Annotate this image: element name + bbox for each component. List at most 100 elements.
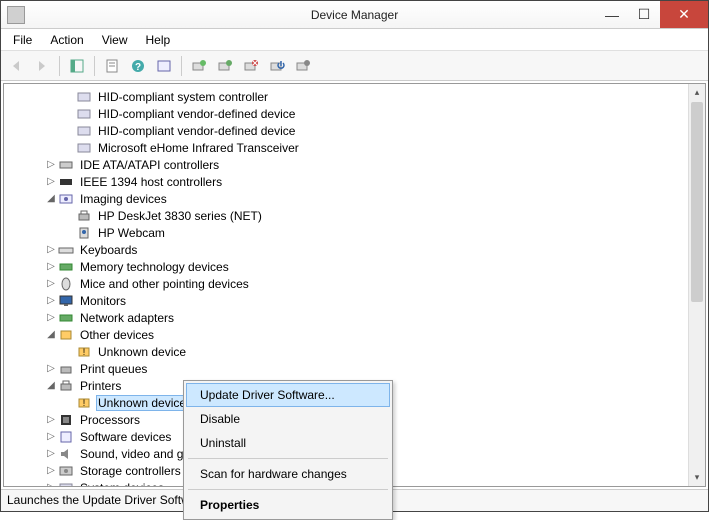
other-icon: [58, 327, 74, 343]
context-menu-item[interactable]: Scan for hardware changes: [186, 462, 390, 486]
system-icon: [58, 480, 74, 487]
tree-item[interactable]: ▷Network adapters: [8, 309, 688, 326]
scrollbar-thumb[interactable]: [691, 102, 703, 302]
context-menu-item[interactable]: Disable: [186, 407, 390, 431]
svg-text:!: !: [83, 398, 86, 408]
action-icon[interactable]: [153, 55, 175, 77]
help-icon[interactable]: ?: [127, 55, 149, 77]
tree-item[interactable]: ▷ Print queues: [8, 360, 688, 377]
keyboard-icon: [58, 242, 74, 258]
scroll-up-arrow[interactable]: ▴: [689, 84, 705, 101]
scroll-down-arrow[interactable]: ▾: [689, 469, 705, 486]
scan-hardware-icon[interactable]: [188, 55, 210, 77]
maximize-button[interactable]: ☐: [628, 1, 660, 28]
tree-item[interactable]: ▷Memory technology devices: [8, 258, 688, 275]
cpu-icon: [58, 412, 74, 428]
menu-view[interactable]: View: [94, 31, 136, 49]
properties-icon[interactable]: [101, 55, 123, 77]
tree-item[interactable]: HP DeskJet 3830 series (NET): [8, 207, 688, 224]
tree-item-label: Keyboards: [78, 242, 139, 258]
printer-icon: [58, 378, 74, 394]
tree-item-label: Unknown device: [96, 395, 188, 411]
tree-item[interactable]: HP Webcam: [8, 224, 688, 241]
printer-icon: [76, 208, 92, 224]
menu-file[interactable]: File: [5, 31, 40, 49]
tree-item[interactable]: ▷ Keyboards: [8, 241, 688, 258]
toolbar-separator: [181, 56, 182, 76]
forward-button[interactable]: [31, 55, 53, 77]
tree-item[interactable]: ◢ Imaging devices: [8, 190, 688, 207]
show-hide-console-tree-icon[interactable]: [66, 55, 88, 77]
expander-icon[interactable]: ▷: [44, 414, 58, 425]
tree-item[interactable]: Microsoft eHome Infrared Transceiver: [8, 139, 688, 156]
tree-item[interactable]: ▷ Monitors: [8, 292, 688, 309]
ieee-icon: [58, 174, 74, 190]
expander-icon[interactable]: ◢: [44, 193, 58, 204]
menu-help[interactable]: Help: [138, 31, 179, 49]
tree-item[interactable]: ▷IEEE 1394 host controllers: [8, 173, 688, 190]
tree-item[interactable]: HID-compliant vendor-defined device: [8, 122, 688, 139]
expander-icon[interactable]: ▷: [44, 261, 58, 272]
expander-icon[interactable]: ▷: [44, 448, 58, 459]
svg-text:?: ?: [135, 62, 141, 73]
ide-icon: [58, 157, 74, 173]
context-menu: Update Driver Software...DisableUninstal…: [183, 380, 393, 520]
tree-item[interactable]: ! Unknown device: [8, 343, 688, 360]
expander-icon[interactable]: ▷: [44, 176, 58, 187]
tree-item[interactable]: ▷ IDE ATA/ATAPI controllers: [8, 156, 688, 173]
expander-icon[interactable]: ▷: [44, 431, 58, 442]
context-menu-item[interactable]: Uninstall: [186, 431, 390, 455]
toolbar-separator: [59, 56, 60, 76]
minimize-button[interactable]: —: [596, 1, 628, 28]
tree-item[interactable]: ▷Mice and other pointing devices: [8, 275, 688, 292]
storage-icon: [58, 463, 74, 479]
menu-action[interactable]: Action: [42, 31, 91, 49]
tree-item[interactable]: ◢Other devices: [8, 326, 688, 343]
back-button[interactable]: [5, 55, 27, 77]
disable-icon[interactable]: [266, 55, 288, 77]
tree-item-label: HP DeskJet 3830 series (NET): [96, 208, 264, 224]
webcam-icon: [76, 225, 92, 241]
sound-icon: [58, 446, 74, 462]
network-icon: [58, 310, 74, 326]
tree-item[interactable]: HID-compliant system controller: [8, 88, 688, 105]
tree-item-label: Printers: [78, 378, 123, 394]
close-button[interactable]: ✕: [660, 1, 708, 28]
tree-item-label: Monitors: [78, 293, 128, 309]
expander-icon[interactable]: ◢: [44, 380, 58, 391]
add-legacy-icon[interactable]: [292, 55, 314, 77]
tree-item-label: Unknown device: [96, 344, 188, 360]
expander-icon[interactable]: ▷: [44, 295, 58, 306]
expander-icon[interactable]: ▷: [44, 363, 58, 374]
monitor-icon: [58, 293, 74, 309]
imaging-icon: [58, 191, 74, 207]
tree-item-label: HID-compliant vendor-defined device: [96, 106, 297, 122]
tree-item-label: Imaging devices: [78, 191, 169, 207]
context-menu-item[interactable]: Update Driver Software...: [186, 383, 390, 407]
tree-item-label: HP Webcam: [96, 225, 167, 241]
update-driver-icon[interactable]: [214, 55, 236, 77]
expander-icon[interactable]: ▷: [44, 159, 58, 170]
expander-icon[interactable]: ▷: [44, 482, 58, 486]
expander-icon[interactable]: ◢: [44, 329, 58, 340]
soft-icon: [58, 429, 74, 445]
tree-item-label: IDE ATA/ATAPI controllers: [78, 157, 221, 173]
svg-text:!: !: [83, 347, 86, 357]
expander-icon[interactable]: ▷: [44, 465, 58, 476]
vertical-scrollbar[interactable]: ▴ ▾: [688, 84, 705, 486]
device-icon: [76, 89, 92, 105]
device-icon: [76, 106, 92, 122]
warn-icon: !: [76, 395, 92, 411]
uninstall-icon[interactable]: [240, 55, 262, 77]
device-icon: [76, 140, 92, 156]
expander-icon[interactable]: ▷: [44, 244, 58, 255]
expander-icon[interactable]: ▷: [44, 312, 58, 323]
tree-item-label: Microsoft eHome Infrared Transceiver: [96, 140, 301, 156]
expander-icon[interactable]: ▷: [44, 278, 58, 289]
tree-item[interactable]: HID-compliant vendor-defined device: [8, 105, 688, 122]
tree-item-label: Print queues: [78, 361, 149, 377]
context-menu-item[interactable]: Properties: [186, 493, 390, 517]
tree-item-label: HID-compliant system controller: [96, 89, 270, 105]
titlebar[interactable]: Device Manager — ☐ ✕: [1, 1, 708, 29]
toolbar-separator: [94, 56, 95, 76]
